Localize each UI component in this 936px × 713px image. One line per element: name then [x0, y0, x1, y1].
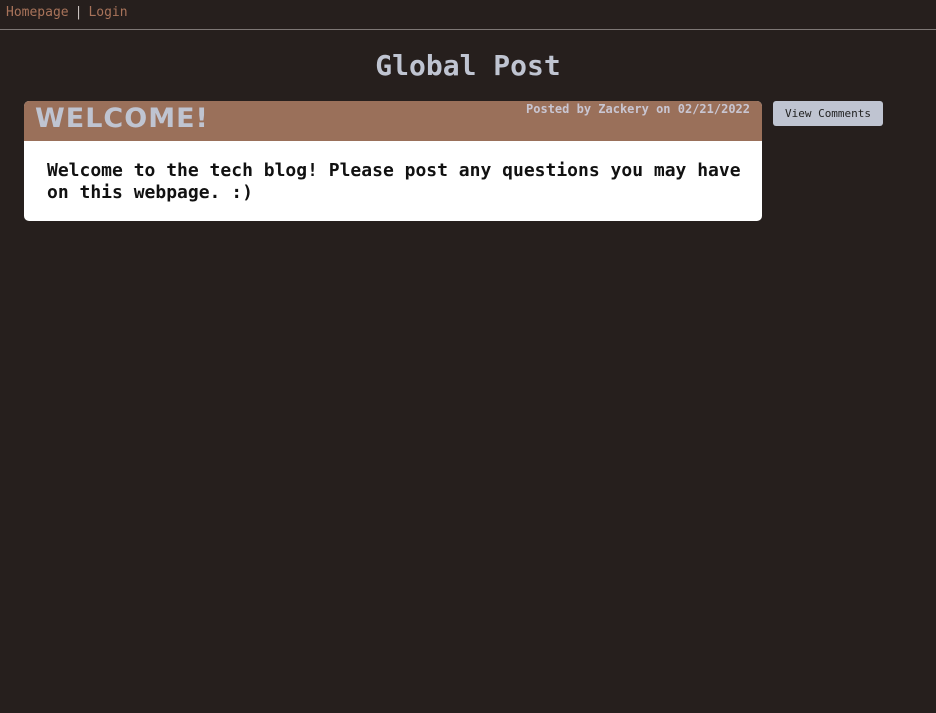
post-meta: Posted by Zackery on 02/21/2022 [526, 102, 750, 116]
post-header: WELCOME! Posted by Zackery on 02/21/2022 [24, 101, 762, 141]
post-body: Welcome to the tech blog! Please post an… [47, 160, 741, 203]
top-nav: Homepage | Login [0, 0, 936, 30]
homepage-link[interactable]: Homepage [6, 5, 69, 20]
post-card: WELCOME! Posted by Zackery on 02/21/2022… [24, 101, 762, 221]
post-title: WELCOME! [35, 103, 209, 134]
page-title: Global Post [375, 49, 561, 82]
nav-links: Homepage | Login [6, 5, 128, 21]
view-comments-button[interactable]: View Comments [773, 101, 883, 126]
nav-separator: | [74, 5, 83, 20]
login-link[interactable]: Login [88, 5, 127, 20]
